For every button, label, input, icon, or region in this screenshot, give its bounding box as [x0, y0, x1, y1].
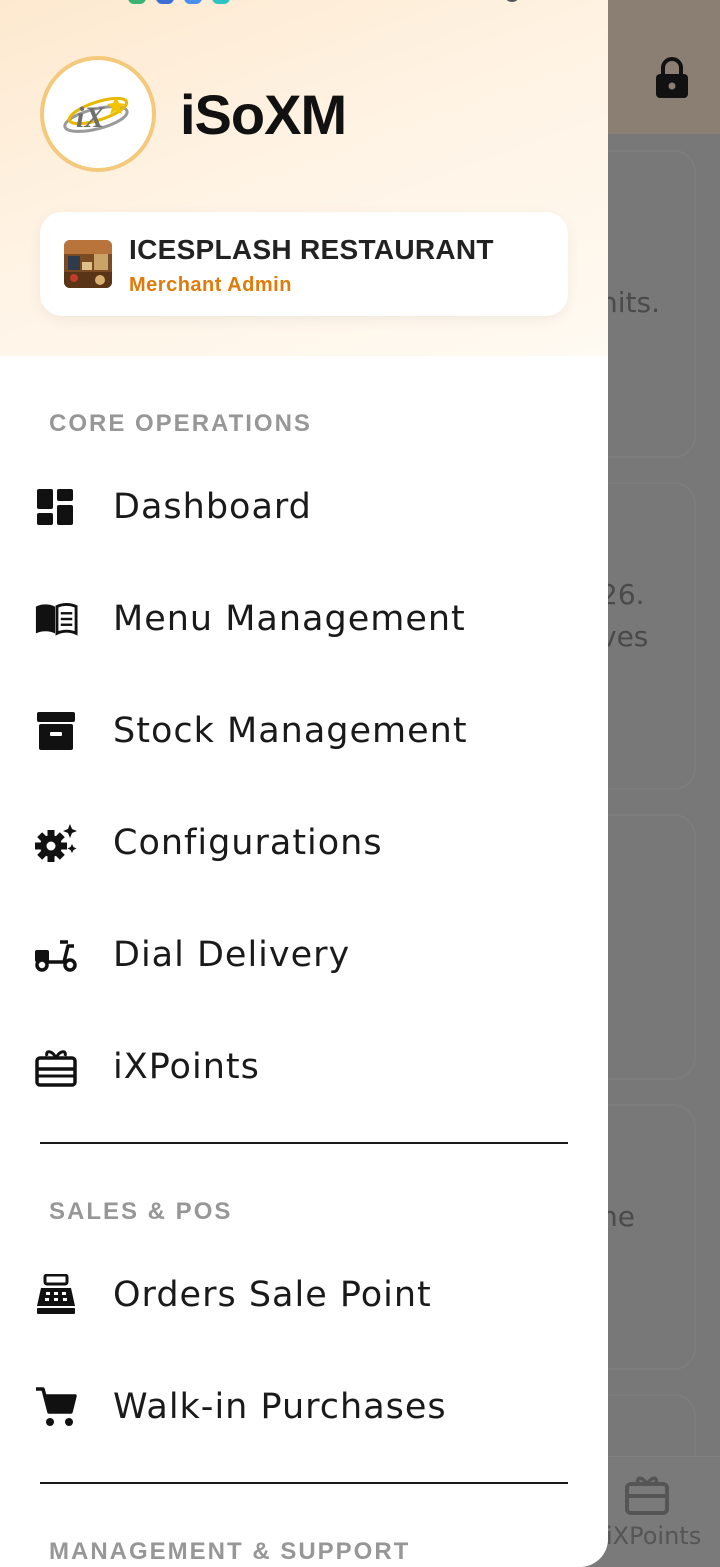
brand-logo: iX	[40, 56, 156, 172]
dashboard-icon	[34, 485, 78, 529]
gift-card-icon	[34, 1045, 78, 1089]
nav-item-dial-delivery[interactable]: Dial Delivery	[0, 905, 608, 1005]
nav-label: Stock Management	[113, 711, 468, 751]
section-label-management-support: MANAGEMENT & SUPPORT	[49, 1538, 411, 1565]
merchant-avatar	[64, 240, 112, 288]
nav-label: iXPoints	[113, 1047, 260, 1087]
navigation-drawer: iX iSoXM ICESPLASH RESTAURANT Merchant A…	[0, 0, 608, 1567]
lock-icon[interactable]	[654, 56, 690, 100]
logo-text: iX	[76, 101, 105, 134]
nav-item-walk-in-purchases[interactable]: Walk-in Purchases	[0, 1357, 608, 1457]
nav-label: Menu Management	[113, 599, 466, 639]
merchant-role: Merchant Admin	[129, 274, 292, 296]
nav-item-ixpoints[interactable]: iXPoints	[0, 1017, 608, 1117]
shopping-cart-icon	[34, 1385, 78, 1429]
merchant-card[interactable]: ICESPLASH RESTAURANT Merchant Admin	[40, 212, 568, 316]
gift-card-icon[interactable]	[624, 1474, 670, 1516]
nav-label: Configurations	[113, 823, 383, 863]
drawer-header: iX iSoXM ICESPLASH RESTAURANT Merchant A…	[0, 0, 608, 356]
nav-label: Walk-in Purchases	[113, 1387, 447, 1427]
nav-item-dashboard[interactable]: Dashboard	[0, 457, 608, 557]
section-divider	[40, 1482, 568, 1484]
nav-label: Dashboard	[113, 487, 312, 527]
scooter-icon	[34, 933, 78, 977]
section-label-sales-pos: SALES & POS	[49, 1198, 233, 1225]
nav-label: Orders Sale Point	[113, 1275, 432, 1315]
settings-sparkle-icon	[34, 821, 78, 865]
merchant-name: ICESPLASH RESTAURANT	[129, 234, 494, 265]
cash-register-icon	[34, 1273, 78, 1317]
nav-label: Dial Delivery	[113, 935, 351, 975]
status-indicator-icon	[504, 0, 520, 2]
background-text: nits.	[600, 286, 660, 319]
archive-box-icon	[34, 709, 78, 753]
brand-title: iSoXM	[180, 83, 347, 146]
nav-item-stock-management[interactable]: Stock Management	[0, 681, 608, 781]
bottom-nav-label[interactable]: iXPoints	[606, 1522, 701, 1550]
nav-item-orders-sale-point[interactable]: Orders Sale Point	[0, 1245, 608, 1345]
nav-item-configurations[interactable]: Configurations	[0, 793, 608, 893]
section-divider	[40, 1142, 568, 1144]
menu-book-icon	[34, 597, 78, 641]
nav-item-menu-management[interactable]: Menu Management	[0, 569, 608, 669]
status-bar-icons	[128, 0, 230, 4]
section-label-core-operations: CORE OPERATIONS	[49, 410, 312, 437]
